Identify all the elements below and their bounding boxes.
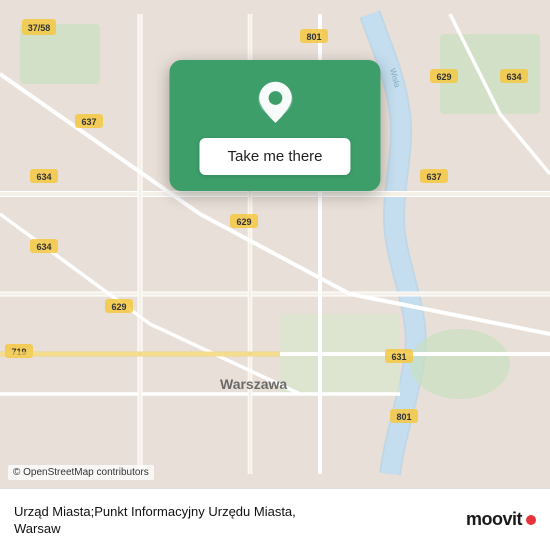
svg-text:637: 637 <box>426 172 441 182</box>
svg-text:634: 634 <box>36 172 51 182</box>
location-pin-icon <box>251 80 299 128</box>
osm-attribution: © OpenStreetMap contributors <box>8 465 154 480</box>
info-bar: Urząd Miasta;Punkt Informacyjny Urzędu M… <box>0 488 550 550</box>
take-me-there-button[interactable]: Take me there <box>199 138 350 175</box>
attribution-text: © OpenStreetMap contributors <box>13 467 149 478</box>
map-area: 37/58 801 801 629 634 634 637 637 629 62… <box>0 0 550 488</box>
svg-text:629: 629 <box>436 72 451 82</box>
location-name: Urząd Miasta;Punkt Informacyjny Urzędu M… <box>14 503 454 521</box>
svg-text:Warszawa: Warszawa <box>220 376 287 392</box>
moovit-text: moovit <box>466 509 522 530</box>
svg-text:37/58: 37/58 <box>28 23 51 33</box>
app-container: 37/58 801 801 629 634 634 637 637 629 62… <box>0 0 550 550</box>
svg-text:631: 631 <box>391 352 406 362</box>
svg-text:637: 637 <box>81 117 96 127</box>
svg-text:801: 801 <box>306 32 321 42</box>
svg-text:634: 634 <box>506 72 521 82</box>
popup-card: Take me there <box>169 60 380 191</box>
moovit-logo: moovit <box>466 509 536 530</box>
location-info: Urząd Miasta;Punkt Informacyjny Urzędu M… <box>14 503 454 536</box>
moovit-dot-icon <box>526 515 536 525</box>
svg-text:629: 629 <box>236 217 251 227</box>
location-city: Warsaw <box>14 521 454 536</box>
svg-text:629: 629 <box>111 302 126 312</box>
svg-text:634: 634 <box>36 242 51 252</box>
svg-text:801: 801 <box>396 412 411 422</box>
